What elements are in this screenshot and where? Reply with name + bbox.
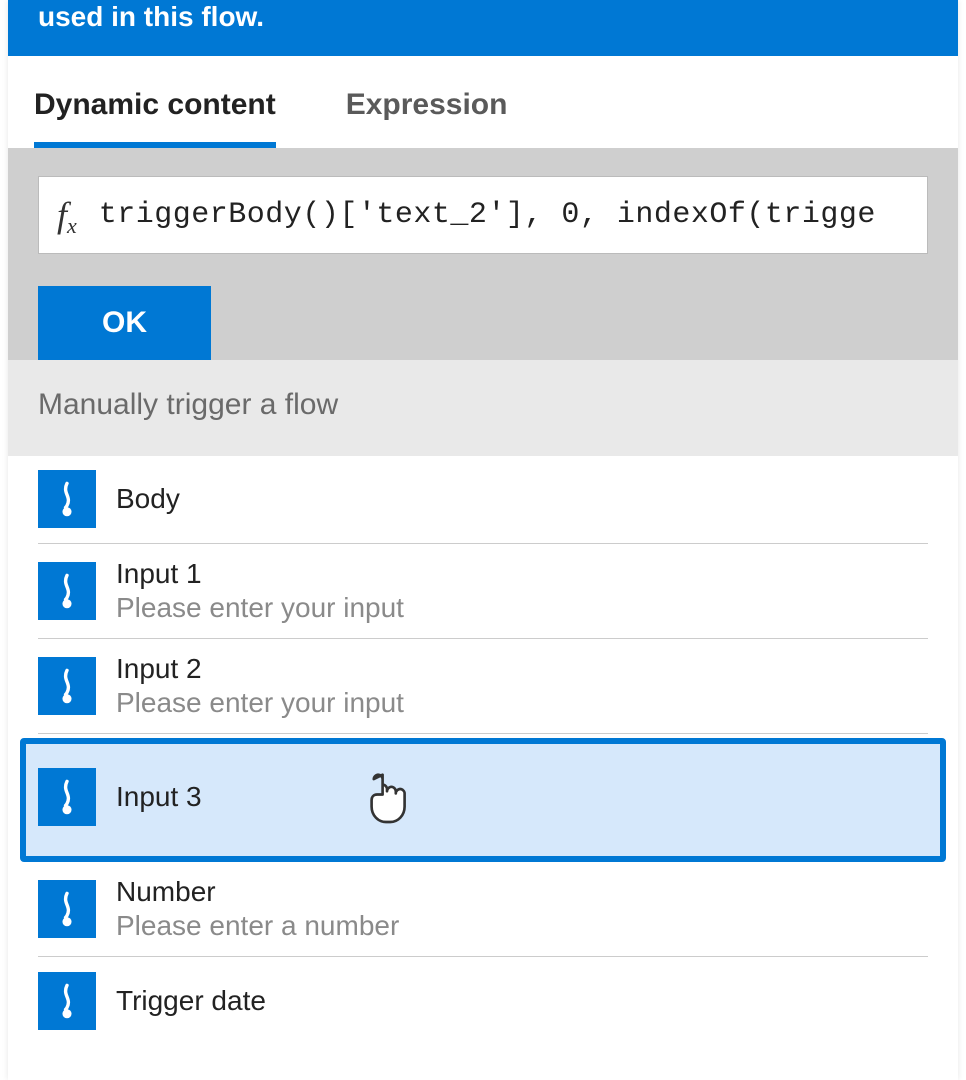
ok-button[interactable]: OK: [38, 286, 211, 360]
expression-input[interactable]: triggerBody()['text_2'], 0, indexOf(trig…: [99, 198, 927, 232]
trigger-icon: [38, 768, 96, 826]
trigger-icon: [38, 880, 96, 938]
tab-expression[interactable]: Expression: [346, 88, 508, 148]
panel-header-text: used in this flow.: [38, 1, 264, 32]
item-title: Trigger date: [116, 985, 266, 1017]
content-item[interactable]: Trigger date: [38, 957, 928, 1045]
item-description: Please enter your input: [116, 687, 404, 719]
section-header: Manually trigger a flow: [8, 360, 958, 456]
item-title: Number: [116, 876, 399, 908]
content-item[interactable]: NumberPlease enter a number: [38, 862, 928, 957]
item-title: Input 3: [116, 781, 202, 813]
trigger-icon: [38, 470, 96, 528]
fx-icon: fx: [39, 194, 99, 236]
panel-header: used in this flow.: [8, 0, 958, 56]
content-item[interactable]: Input 2Please enter your input: [38, 639, 928, 734]
item-title: Input 2: [116, 653, 404, 685]
content-items: Body Input 1Please enter your input Inpu…: [8, 456, 958, 1045]
item-title: Input 1: [116, 558, 404, 590]
item-description: Please enter a number: [116, 910, 399, 942]
expression-area: fx triggerBody()['text_2'], 0, indexOf(t…: [8, 148, 958, 360]
content-item[interactable]: Body: [38, 456, 928, 544]
content-item[interactable]: Input 1Please enter your input: [38, 544, 928, 639]
content-item[interactable]: Input 3: [20, 738, 946, 862]
trigger-icon: [38, 562, 96, 620]
trigger-icon: [38, 657, 96, 715]
expression-input-box[interactable]: fx triggerBody()['text_2'], 0, indexOf(t…: [38, 176, 928, 254]
tab-dynamic-content[interactable]: Dynamic content: [34, 88, 276, 148]
item-description: Please enter your input: [116, 592, 404, 624]
dynamic-content-panel: used in this flow. Dynamic content Expre…: [8, 0, 958, 1080]
tab-strip: Dynamic content Expression: [8, 56, 958, 148]
item-title: Body: [116, 483, 180, 515]
trigger-icon: [38, 972, 96, 1030]
